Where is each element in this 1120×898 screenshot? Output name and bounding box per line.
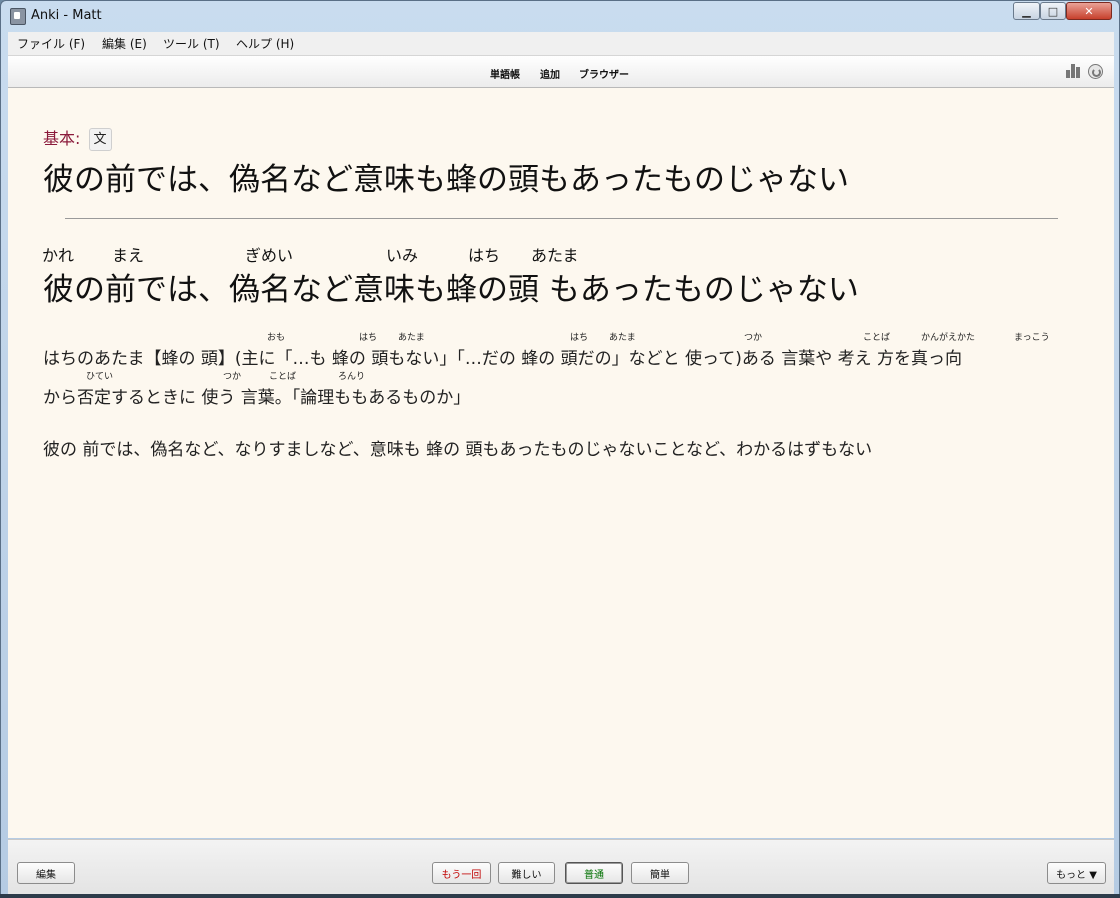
ruby-item: あたま (609, 333, 636, 343)
top-toolbar: 単語帳 追加 ブラウザー (8, 56, 1114, 88)
furigana-imi: いみ (386, 246, 419, 265)
hard-button[interactable]: 難しい (498, 862, 555, 884)
menu-bar: ファイル (F) 編集 (E) ツール (T) ヘルプ (H) (8, 32, 1114, 56)
decks-link[interactable]: 単語帳 (490, 66, 520, 81)
furigana-hachi: はち (468, 246, 501, 265)
menu-help[interactable]: ヘルプ (H) (236, 35, 294, 52)
bar-chart-icon[interactable] (1066, 64, 1082, 78)
ruby-item: つか (223, 372, 242, 382)
ruby-item: ひてい (86, 372, 114, 382)
again-button[interactable]: もう一回 (432, 862, 491, 884)
card-area: 基本: 文 彼の前では、偽名など意味も蜂の頭もあったものじゃない かれ まえ ぎ… (8, 88, 1114, 838)
ruby-item: ことば (863, 333, 891, 343)
furigana-atama: あたま (531, 246, 579, 265)
furigana-kare: かれ (42, 246, 75, 265)
minimize-button[interactable]: ▁ (1013, 2, 1040, 20)
ruby-item: はち (359, 333, 378, 343)
ruby-item: あたま (398, 333, 425, 343)
ruby-item: つか (744, 333, 763, 343)
edit-button[interactable]: 編集 (17, 862, 75, 884)
ruby-item: まっこう (1014, 333, 1050, 343)
furigana-row: かれ まえ ぎめい いみ はち あたま (8, 242, 1114, 265)
ruby-item: ことば (269, 372, 297, 382)
add-link[interactable]: 追加 (540, 66, 560, 81)
title-bar[interactable]: Anki - Matt ▁ □ ✕ (1, 1, 1119, 31)
card-back-text: 彼の前では、偽名など意味も蜂の頭 もあったものじゃない (43, 272, 859, 308)
definition-line-2: から否定するときに 使う 言葉。「論理ももあるものか」 (43, 388, 471, 408)
note-type-text: 基本: (43, 129, 81, 148)
close-button[interactable]: ✕ (1066, 2, 1112, 20)
desktop-edge (0, 894, 1120, 898)
card-front-text: 彼の前では、偽名など意味も蜂の頭もあったものじゃない (43, 162, 849, 198)
sync-icon[interactable] (1088, 64, 1103, 79)
window-title: Anki - Matt (31, 8, 102, 23)
ruby-item: かんがえかた (921, 333, 976, 343)
edit-field-tag[interactable]: 文 (88, 128, 112, 151)
more-button[interactable]: もっと ▼ (1047, 862, 1106, 884)
example-sentence: 彼の 前では、偽名など、なりすましなど、意味も 蜂の 頭もあったものじゃないこと… (43, 440, 873, 460)
menu-edit[interactable]: 編集 (E) (102, 35, 147, 52)
definition-line-1: はちのあたま【蜂の 頭】(主に「…も 蜂の 頭もない」「…だの 蜂の 頭だの」な… (43, 349, 963, 369)
easy-button[interactable]: 簡単 (631, 862, 689, 884)
answer-bar: 編集 もう一回 難しい 普通 簡単 もっと ▼ (8, 839, 1114, 896)
definition-furigana-row-2: ひてい つか ことば ろんり (8, 369, 1114, 382)
menu-file[interactable]: ファイル (F) (17, 35, 85, 52)
definition-furigana-row-1: おも はち あたま はち あたま つか ことば かんがえかた まっこう (8, 330, 1114, 343)
menu-tools[interactable]: ツール (T) (163, 35, 220, 52)
furigana-mae: まえ (112, 246, 145, 265)
ruby-item: はち (570, 333, 589, 343)
anki-app-icon (10, 8, 26, 25)
ruby-item: ろんり (338, 372, 366, 382)
good-button[interactable]: 普通 (565, 862, 623, 884)
note-type-label: 基本: 文 (43, 125, 112, 151)
maximize-button[interactable]: □ (1040, 2, 1066, 20)
furigana-gimei: ぎめい (245, 246, 294, 265)
browse-link[interactable]: ブラウザー (579, 66, 629, 81)
app-window: Anki - Matt ▁ □ ✕ ファイル (F) 編集 (E) ツール (T… (0, 0, 1120, 898)
answer-divider (65, 218, 1058, 219)
ruby-item: おも (267, 333, 286, 343)
